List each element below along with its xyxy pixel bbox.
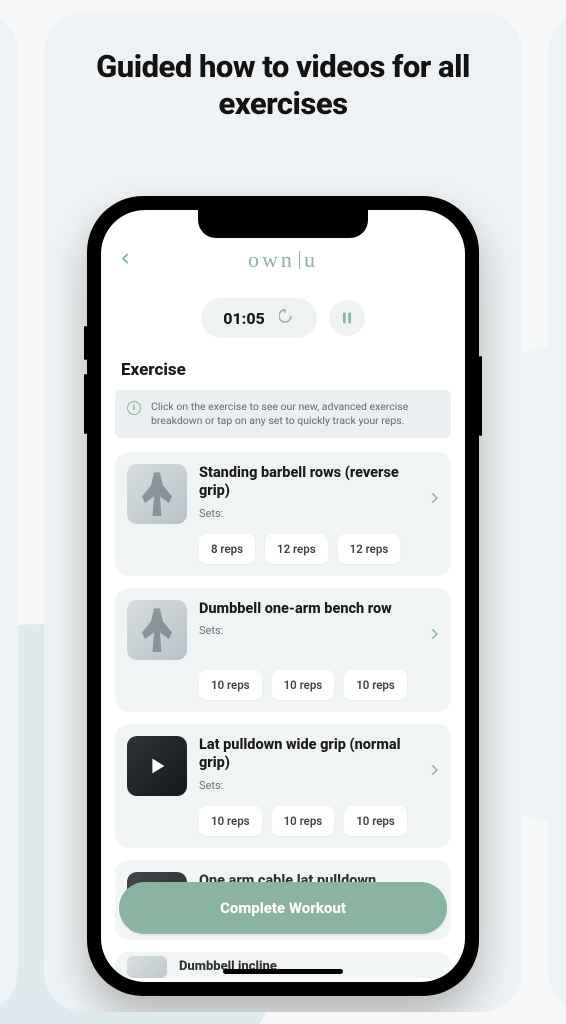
info-banner: i Click on the exercise to see our new, …: [115, 390, 451, 438]
exercise-thumbnail[interactable]: [127, 464, 187, 524]
rep-chip[interactable]: 10 reps: [199, 670, 262, 700]
sets-label: Sets:: [199, 624, 421, 637]
brand-left: own: [248, 247, 295, 273]
rep-chip[interactable]: 10 reps: [272, 670, 335, 700]
exercise-name: Lat pulldown wide grip (normal grip): [199, 736, 421, 772]
pause-button[interactable]: [329, 300, 365, 336]
exercise-thumbnail[interactable]: [127, 736, 187, 796]
rep-chip[interactable]: 10 reps: [199, 806, 262, 836]
timer-value: 01:05: [223, 309, 265, 328]
timer-pill: 01:05: [201, 298, 317, 338]
exercise-name: Dumbbell one-arm bench row: [199, 600, 421, 618]
reps-row: 8 reps 12 reps 12 reps: [199, 534, 439, 564]
phone-screen: own u 01:05 Exerc: [101, 210, 465, 982]
exercise-card[interactable]: Dumbbell one-arm bench row Sets: 10 reps…: [115, 588, 451, 712]
rep-chip[interactable]: 12 reps: [265, 534, 328, 564]
rep-chip[interactable]: 12 reps: [338, 534, 401, 564]
adjacent-card-right: [548, 12, 566, 1012]
complete-workout-button[interactable]: Complete Workout: [119, 882, 447, 934]
exercise-card[interactable]: Lat pulldown wide grip (normal grip) Set…: [115, 724, 451, 848]
exercise-thumbnail[interactable]: [127, 600, 187, 660]
brand-separator: [299, 251, 300, 269]
info-icon: i: [127, 401, 141, 415]
exercise-name: Standing barbell rows (reverse grip): [199, 464, 421, 500]
exercise-thumbnail[interactable]: [127, 956, 167, 978]
chevron-right-icon[interactable]: [427, 626, 441, 645]
reps-row: 10 reps 10 reps 10 reps: [199, 806, 439, 836]
adjacent-card-left: [0, 12, 18, 1012]
exercise-card[interactable]: Dumbbell incline: [115, 952, 451, 978]
reps-row: 10 reps 10 reps 10 reps: [199, 670, 439, 700]
phone-notch: [198, 210, 368, 238]
promo-headline: Guided how to videos for all exercises: [44, 12, 522, 142]
sets-label: Sets:: [199, 779, 421, 792]
complete-workout-label: Complete Workout: [220, 899, 346, 917]
rep-chip[interactable]: 10 reps: [272, 806, 335, 836]
restart-icon[interactable]: [279, 308, 295, 328]
phone-side-button: [479, 356, 482, 436]
section-title: Exercise: [121, 360, 445, 380]
info-text: Click on the exercise to see our new, ad…: [151, 400, 439, 428]
chevron-right-icon[interactable]: [427, 490, 441, 509]
timer-row: 01:05: [115, 298, 451, 338]
rep-chip[interactable]: 10 reps: [344, 806, 407, 836]
back-button[interactable]: [119, 250, 133, 271]
app-root: own u 01:05 Exerc: [101, 210, 465, 982]
sets-label: Sets:: [199, 507, 421, 520]
chevron-right-icon[interactable]: [427, 762, 441, 781]
home-indicator: [223, 969, 343, 974]
brand-logo: own u: [248, 247, 318, 273]
brand-right: u: [304, 247, 318, 273]
rep-chip[interactable]: 8 reps: [199, 534, 255, 564]
exercise-card[interactable]: Standing barbell rows (reverse grip) Set…: [115, 452, 451, 576]
rep-chip[interactable]: 10 reps: [344, 670, 407, 700]
play-icon: [127, 736, 187, 796]
app-header: own u: [115, 240, 451, 280]
promo-card: Guided how to videos for all exercises o…: [44, 12, 522, 1012]
phone-mockup: own u 01:05 Exerc: [87, 196, 479, 996]
